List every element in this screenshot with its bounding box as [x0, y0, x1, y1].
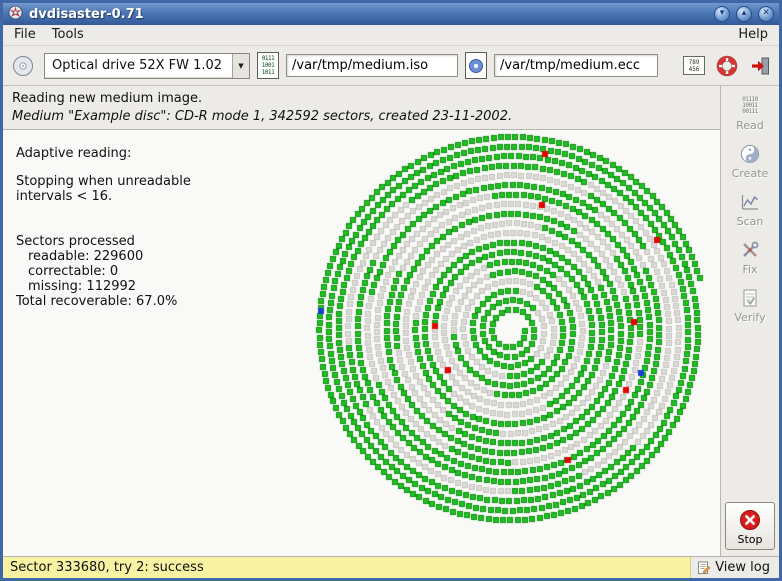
- drive-select[interactable]: Optical drive 52X FW 1.02 ▼: [44, 52, 250, 79]
- body-row: Reading new medium image. Medium "Exampl…: [3, 86, 779, 556]
- read-button[interactable]: 01110 10011 00111 Read: [724, 89, 776, 135]
- checklist-icon: [740, 286, 760, 310]
- read-label: Read: [736, 118, 764, 132]
- scan-label: Scan: [736, 214, 764, 228]
- action-sidebar: 01110 10011 00111 Read Create Scan Fix V…: [720, 86, 779, 556]
- create-button[interactable]: Create: [724, 137, 776, 183]
- quit-arrow-icon: [752, 57, 769, 74]
- ecc-file-input[interactable]: [494, 54, 658, 77]
- create-label: Create: [731, 166, 769, 180]
- yin-yang-icon: [740, 142, 760, 166]
- verify-button[interactable]: Verify: [724, 281, 776, 327]
- maximize-icon: ▴: [741, 8, 747, 18]
- reading-panel: Adaptive reading: Stopping when unreadab…: [3, 130, 720, 556]
- optical-disc-icon: [13, 55, 33, 76]
- image-icon-line: 1011: [261, 68, 275, 76]
- reading-stats: Adaptive reading: Stopping when unreadab…: [16, 146, 191, 309]
- adaptive-reading-heading: Adaptive reading:: [16, 146, 132, 161]
- medium-info: Medium "Example disc": CD-R mode 1, 3425…: [12, 109, 513, 124]
- correctable-count: correctable: 0: [28, 264, 119, 279]
- menubar: File Tools Help: [3, 25, 779, 46]
- readable-count: readable: 229600: [28, 249, 144, 264]
- ecc-file-icon: [465, 52, 487, 79]
- status-message: Sector 333680, try 2: success: [3, 557, 692, 578]
- stop-icon: [739, 508, 761, 532]
- image-icon-line: 1001: [261, 61, 275, 69]
- stop-button[interactable]: Stop: [725, 502, 775, 550]
- disc-spiral: [311, 131, 711, 531]
- close-button[interactable]: ✕: [758, 6, 774, 22]
- left-column: Reading new medium image. Medium "Exampl…: [3, 86, 720, 556]
- image-icon-line: 0111: [261, 54, 275, 62]
- operation-title: Reading new medium image.: [12, 91, 203, 106]
- close-icon: ✕: [762, 8, 770, 18]
- digits-grid-icon: 789 456: [683, 56, 705, 75]
- tools-icon: [740, 238, 760, 262]
- minimize-button[interactable]: ▾: [714, 6, 730, 22]
- scan-button[interactable]: Scan: [724, 185, 776, 231]
- view-log-label: View log: [715, 560, 770, 575]
- drive-icon-button[interactable]: [9, 52, 37, 80]
- titlebar[interactable]: dvdisaster-0.71 ▾ ▴ ✕: [3, 3, 779, 25]
- fix-button[interactable]: Fix: [724, 233, 776, 279]
- stop-label: Stop: [737, 532, 763, 546]
- app-window: dvdisaster-0.71 ▾ ▴ ✕ File Tools Help Op…: [0, 0, 782, 581]
- lifebelt-icon: [716, 55, 738, 76]
- chart-icon: [740, 190, 760, 214]
- verify-label: Verify: [734, 310, 766, 324]
- chevron-down-icon: ▼: [232, 53, 249, 78]
- menu-file[interactable]: File: [6, 25, 44, 45]
- quit-button[interactable]: [747, 53, 773, 79]
- image-file-input[interactable]: [286, 54, 458, 77]
- drive-select-value: Optical drive 52X FW 1.02: [52, 58, 223, 73]
- view-log-button[interactable]: View log: [691, 557, 779, 578]
- image-file-icon: 0111 1001 1011: [257, 52, 279, 79]
- menu-help[interactable]: Help: [730, 25, 776, 45]
- stats-gap: [16, 204, 191, 234]
- maximize-button[interactable]: ▴: [736, 6, 752, 22]
- dvdisaster-logo-icon: [8, 4, 23, 20]
- fix-label: Fix: [742, 262, 758, 276]
- read-binary-icon: 01110 10011 00111: [742, 95, 758, 115]
- log-icon: [698, 561, 711, 574]
- app-icon[interactable]: [8, 4, 23, 24]
- sectors-heading: Sectors processed: [16, 234, 135, 249]
- note-line-1: Stopping when unreadable: [16, 174, 191, 189]
- preferences-button[interactable]: 789 456: [681, 54, 707, 77]
- window-title: dvdisaster-0.71: [29, 6, 144, 22]
- operation-info: Reading new medium image. Medium "Exampl…: [3, 86, 720, 130]
- help-button[interactable]: [714, 53, 740, 79]
- missing-count: missing: 112992: [28, 279, 137, 294]
- minimize-icon: ▾: [719, 8, 725, 18]
- total-recoverable: Total recoverable: 67.0%: [16, 294, 178, 309]
- statusbar: Sector 333680, try 2: success View log: [3, 556, 779, 578]
- ecc-disc-icon: [469, 58, 483, 73]
- menu-tools[interactable]: Tools: [44, 25, 92, 45]
- note-line-2: intervals < 16.: [16, 189, 113, 204]
- toolbar: Optical drive 52X FW 1.02 ▼ 0111 1001 10…: [3, 46, 779, 86]
